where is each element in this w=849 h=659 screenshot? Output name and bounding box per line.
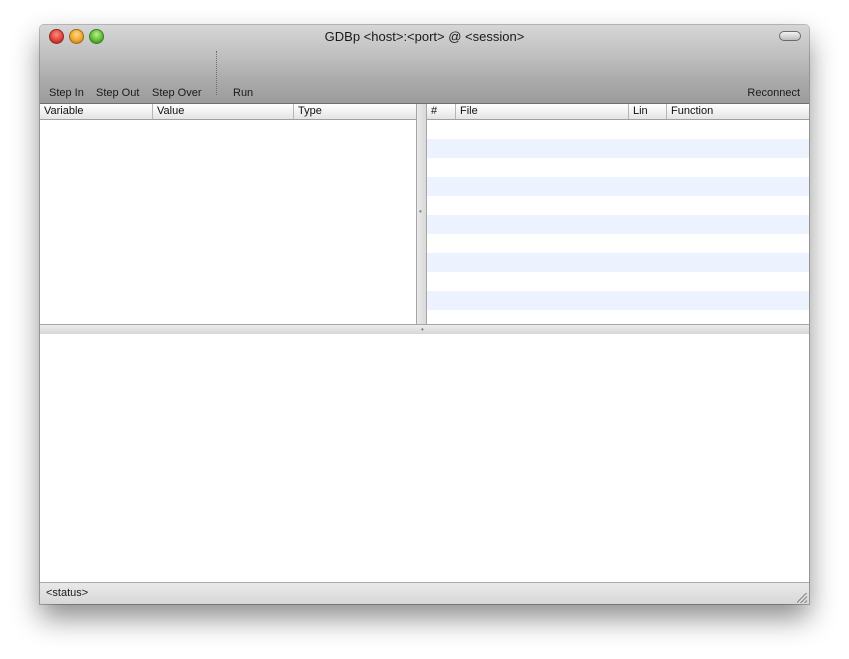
debugger-window: GDBp <host>:<port> @ <session> Step In S… xyxy=(40,25,809,604)
table-row xyxy=(427,158,809,177)
column-function[interactable]: Function xyxy=(667,104,809,119)
column-value[interactable]: Value xyxy=(153,104,294,119)
table-row xyxy=(427,253,809,272)
table-row xyxy=(427,177,809,196)
title-toolbar: GDBp <host>:<port> @ <session> Step In S… xyxy=(40,25,809,104)
resize-grip-icon[interactable] xyxy=(797,593,807,603)
splitter-grip-icon: • xyxy=(421,325,424,334)
column-index[interactable]: # xyxy=(427,104,456,119)
variables-pane[interactable]: Variable Value Type xyxy=(40,104,417,324)
table-row xyxy=(427,291,809,310)
step-out-button[interactable]: Step Out xyxy=(96,87,139,99)
reconnect-button[interactable]: Reconnect xyxy=(747,87,800,99)
source-view[interactable] xyxy=(40,334,809,583)
variables-table-header: Variable Value Type xyxy=(40,104,416,120)
table-row xyxy=(427,196,809,215)
table-row xyxy=(427,120,809,139)
status-text: <status> xyxy=(46,587,89,599)
step-over-button[interactable]: Step Over xyxy=(152,87,202,99)
step-in-button[interactable]: Step In xyxy=(49,87,84,99)
table-row xyxy=(427,139,809,158)
status-bar: <status> xyxy=(40,582,809,604)
table-row xyxy=(427,215,809,234)
column-type[interactable]: Type xyxy=(294,104,416,119)
column-file[interactable]: File xyxy=(456,104,629,119)
vertical-split-divider[interactable]: • xyxy=(417,104,427,324)
table-row xyxy=(427,272,809,291)
run-button[interactable]: Run xyxy=(233,87,253,99)
window-title: GDBp <host>:<port> @ <session> xyxy=(324,29,525,44)
splitter-grip-icon: • xyxy=(419,207,422,216)
stack-pane[interactable]: # File Lin Function xyxy=(427,104,809,324)
stack-table-header: # File Lin Function xyxy=(427,104,809,120)
column-variable[interactable]: Variable xyxy=(40,104,153,119)
column-line[interactable]: Lin xyxy=(629,104,667,119)
table-row xyxy=(427,234,809,253)
toolbar-separator xyxy=(216,51,217,95)
toolbar-toggle-icon[interactable] xyxy=(779,31,801,41)
